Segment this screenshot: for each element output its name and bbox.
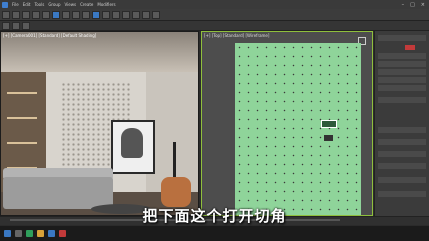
mirror-icon[interactable] <box>112 10 120 19</box>
parameter-row[interactable] <box>378 191 426 197</box>
select-icon[interactable] <box>52 10 60 19</box>
render-icon[interactable] <box>152 10 160 19</box>
redo-icon[interactable] <box>12 10 20 19</box>
minimize-button[interactable]: – <box>402 2 405 8</box>
camera-viewport[interactable]: [+] [Camera001] [Standard] [Default Shad… <box>0 31 199 216</box>
menu-edit[interactable]: Edit <box>23 2 31 7</box>
video-subtitle: 把下面这个打开切角 <box>142 207 287 225</box>
wall-picture <box>111 120 155 174</box>
unlink-icon[interactable] <box>32 10 40 19</box>
cmd-tab-row[interactable] <box>378 35 426 41</box>
angle-snap-icon[interactable] <box>102 10 110 19</box>
parameter-row[interactable] <box>378 151 426 157</box>
rotate-icon[interactable] <box>72 10 80 19</box>
link-icon[interactable] <box>22 10 30 19</box>
lounge-chair <box>161 177 191 207</box>
menu-tools[interactable]: Tools <box>34 2 44 7</box>
top-viewport[interactable]: [+] [Top] [Standard] [Wireframe] <box>201 31 373 216</box>
windows-icon[interactable] <box>4 230 11 237</box>
floor-lamp <box>173 142 176 182</box>
menu-modifiers[interactable]: Modifiers <box>97 2 115 7</box>
cmd-button[interactable] <box>378 61 426 67</box>
ribbon-icon[interactable] <box>12 21 20 30</box>
taskbar <box>0 226 429 241</box>
app-icon[interactable] <box>26 230 33 237</box>
title-bar: File Edit Tools Group Views Create Modif… <box>0 0 429 9</box>
cmd-button[interactable] <box>378 69 426 75</box>
parameter-row[interactable] <box>378 163 426 169</box>
app-icon <box>2 1 8 8</box>
ribbon-icon[interactable] <box>2 21 10 30</box>
menu-group[interactable]: Group <box>48 2 60 7</box>
scale-icon[interactable] <box>82 10 90 19</box>
command-panel <box>374 31 429 216</box>
color-swatch[interactable] <box>405 45 415 50</box>
parameter-row[interactable] <box>378 127 426 133</box>
ribbon-toolbar <box>0 21 429 31</box>
selected-node[interactable] <box>321 120 337 128</box>
browser-icon[interactable] <box>48 230 55 237</box>
maximize-button[interactable]: □ <box>410 2 415 8</box>
folder-icon[interactable] <box>37 230 44 237</box>
parameter-row[interactable] <box>378 139 426 145</box>
cmd-button[interactable] <box>378 53 426 59</box>
bind-icon[interactable] <box>42 10 50 19</box>
layer-icon[interactable] <box>132 10 140 19</box>
perforated-grid-object[interactable] <box>235 43 361 215</box>
node-marker <box>324 135 333 141</box>
menu-file[interactable]: File <box>12 2 19 7</box>
cmd-button[interactable] <box>378 77 426 83</box>
viewport-label[interactable]: [+] [Camera001] [Standard] [Default Shad… <box>3 33 96 38</box>
undo-icon[interactable] <box>2 10 10 19</box>
viewport-label[interactable]: [+] [Top] [Standard] [Wireframe] <box>204 33 269 38</box>
ceiling <box>1 32 198 72</box>
close-button[interactable]: × <box>421 2 425 8</box>
menu-bar: File Edit Tools Group Views Create Modif… <box>12 2 116 7</box>
menu-views[interactable]: Views <box>65 2 77 7</box>
app-icon[interactable] <box>59 230 66 237</box>
parameter-row[interactable] <box>378 177 426 183</box>
move-icon[interactable] <box>62 10 70 19</box>
ribbon-icon[interactable] <box>22 21 30 30</box>
material-icon[interactable] <box>142 10 150 19</box>
cmd-button[interactable] <box>378 97 426 103</box>
align-icon[interactable] <box>122 10 130 19</box>
menu-create[interactable]: Create <box>80 2 93 7</box>
search-icon[interactable] <box>15 230 22 237</box>
cmd-button[interactable] <box>378 85 426 91</box>
snap-icon[interactable] <box>92 10 100 19</box>
main-toolbar <box>0 9 429 21</box>
